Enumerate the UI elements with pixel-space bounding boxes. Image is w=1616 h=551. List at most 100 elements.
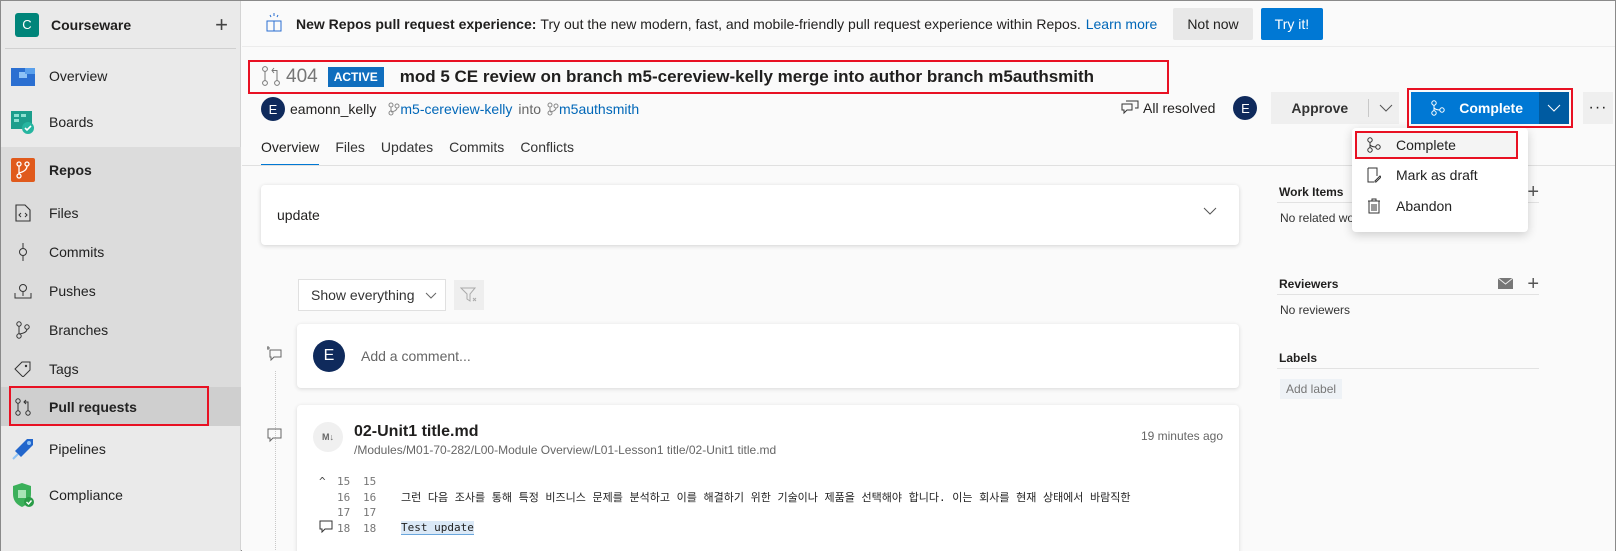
markdown-icon: M↓ [313, 422, 343, 452]
compliance-icon [11, 483, 35, 507]
sidebar-item-label: Tags [49, 360, 79, 377]
main-content: New Repos pull request experience: Try o… [242, 1, 1615, 551]
clear-filter-button[interactable] [454, 280, 484, 310]
sidebar-item-overview[interactable]: Overview [1, 53, 241, 99]
project-name[interactable]: Courseware [51, 17, 215, 33]
all-resolved-status[interactable]: All resolved [1121, 100, 1215, 116]
complete-button[interactable]: Complete [1411, 92, 1539, 124]
add-comment-card: E Add a comment... [297, 324, 1239, 388]
sidebar-item-label: Pushes [49, 282, 96, 299]
menu-item-mark-as-draft[interactable]: Mark as draft [1352, 159, 1528, 190]
section-header: Labels [1277, 347, 1539, 369]
sidebar-item-branches[interactable]: Branches [1, 310, 241, 349]
sidebar-item-label: Boards [49, 114, 94, 130]
section-title: Labels [1279, 350, 1318, 365]
activity-filter: Show everything [298, 279, 484, 311]
sidebar-item-label: Repos [49, 162, 92, 178]
sidebar-item-pipelines[interactable]: Pipelines [1, 426, 241, 472]
comment-icon[interactable] [319, 520, 337, 536]
sidebar-item-tags[interactable]: Tags [1, 349, 241, 388]
files-icon [11, 201, 35, 225]
commits-icon [11, 240, 35, 264]
try-it-button[interactable]: Try it! [1260, 7, 1324, 40]
tags-icon [11, 357, 35, 381]
more-options-button[interactable]: ··· [1583, 92, 1613, 124]
tab-overview[interactable]: Overview [261, 139, 320, 166]
complete-dropdown-button[interactable] [1539, 92, 1569, 124]
boards-icon [11, 110, 35, 134]
sidebar-item-label: Files [49, 204, 79, 221]
line-number-left: 16 [337, 490, 351, 504]
sidebar-item-commits[interactable]: Commits [1, 232, 241, 271]
project-avatar[interactable]: C [15, 12, 39, 37]
sidebar-item-label: Commits [49, 243, 105, 260]
sidebar-item-pushes[interactable]: Pushes [1, 271, 241, 310]
sidebar-item-label: Compliance [49, 487, 123, 503]
description-card[interactable]: update [261, 185, 1239, 245]
section-title: Work Items [1279, 184, 1344, 199]
add-icon[interactable]: + [215, 12, 228, 38]
sidebar-item-label: Branches [49, 321, 109, 338]
diff-line: 17 17 [319, 505, 1131, 521]
menu-item-abandon[interactable]: Abandon [1352, 190, 1528, 221]
add-icon[interactable]: + [1527, 182, 1539, 202]
pr-title-row: 404 ACTIVE mod 5 CE review on branch m5-… [248, 60, 1169, 94]
author-name[interactable]: eamonn_kelly [290, 101, 376, 117]
diff-line: 18 18 Test update [319, 520, 1131, 537]
avatar[interactable]: E [261, 97, 285, 121]
sidebar-item-label: Pipelines [49, 441, 106, 457]
divider [1368, 99, 1370, 117]
repos-icon [11, 158, 35, 182]
file-name[interactable]: 02-Unit1 title.md [354, 423, 478, 441]
project-header: C Courseware + [5, 1, 236, 49]
sidebar-item-files[interactable]: Files [1, 193, 241, 232]
menu-item-label: Abandon [1396, 197, 1453, 214]
source-branch-link[interactable]: m5-cereview-kelly [388, 101, 512, 117]
sidebar-item-compliance[interactable]: Compliance [1, 472, 241, 518]
status-badge: ACTIVE [327, 67, 384, 87]
file-path: /Modules/M01-70-282/L00-Module Overview/… [354, 443, 777, 457]
pr-meta: E eamonn_kelly m5-cereview-kelly into m5… [261, 97, 639, 121]
pull-request-icon [262, 65, 280, 89]
section-header: Reviewers + [1277, 273, 1539, 295]
sidebar-item-repos[interactable]: Repos [1, 147, 241, 193]
tab-updates[interactable]: Updates [381, 139, 433, 166]
description-text: update [277, 207, 320, 223]
page-title: mod 5 CE review on branch m5-cereview-ke… [399, 67, 1095, 86]
draft-icon [1364, 167, 1384, 183]
into-label: into [518, 101, 541, 117]
add-icon[interactable]: + [1527, 274, 1539, 294]
highlight-box-pull-requests [9, 386, 209, 426]
tab-commits[interactable]: Commits [449, 139, 504, 166]
comment-input[interactable]: Add a comment... [361, 348, 471, 364]
preview-banner: New Repos pull request experience: Try o… [242, 1, 1615, 47]
mail-icon[interactable] [1498, 278, 1514, 289]
diff-view: ^ 15 15 16 16 그런 다음 조사를 통해 특정 비즈니스 문제를 분… [319, 474, 1131, 536]
source-branch: m5-cereview-kelly [400, 101, 513, 117]
overview-icon [11, 64, 35, 88]
line-number-right: 15 [363, 475, 377, 489]
pushes-icon [11, 279, 35, 303]
sidebar-item-boards[interactable]: Boards [1, 99, 241, 145]
not-now-button[interactable]: Not now [1173, 7, 1253, 40]
tab-conflicts[interactable]: Conflicts [520, 139, 574, 166]
chevron-down-icon[interactable] [1379, 104, 1393, 112]
line-number-left: 15 [337, 475, 351, 489]
chevron-down-icon [1547, 104, 1561, 112]
line-number-right: 18 [363, 521, 377, 535]
code-line: 그런 다음 조사를 통해 특정 비즈니스 문제를 분석하고 이를 해결하기 위한… [401, 491, 1131, 505]
menu-item-complete[interactable]: Complete [1355, 131, 1518, 159]
sidebar-item-label: Overview [49, 68, 108, 84]
reviewer-avatar[interactable]: E [1233, 96, 1258, 120]
learn-more-link[interactable]: Learn more [1086, 16, 1158, 32]
expand-up-icon[interactable]: ^ [319, 475, 337, 488]
target-branch-link[interactable]: m5authsmith [547, 101, 639, 117]
complete-split-button: Complete [1407, 88, 1573, 128]
comment-icon [267, 427, 283, 446]
add-label-button[interactable]: Add label [1280, 379, 1343, 399]
approve-button[interactable]: Approve [1271, 92, 1400, 124]
show-filter-select[interactable]: Show everything [298, 279, 446, 311]
tab-files[interactable]: Files [335, 139, 365, 166]
complete-menu: Complete Mark as draft Abandon [1352, 128, 1528, 232]
chevron-down-icon[interactable] [1203, 207, 1217, 215]
